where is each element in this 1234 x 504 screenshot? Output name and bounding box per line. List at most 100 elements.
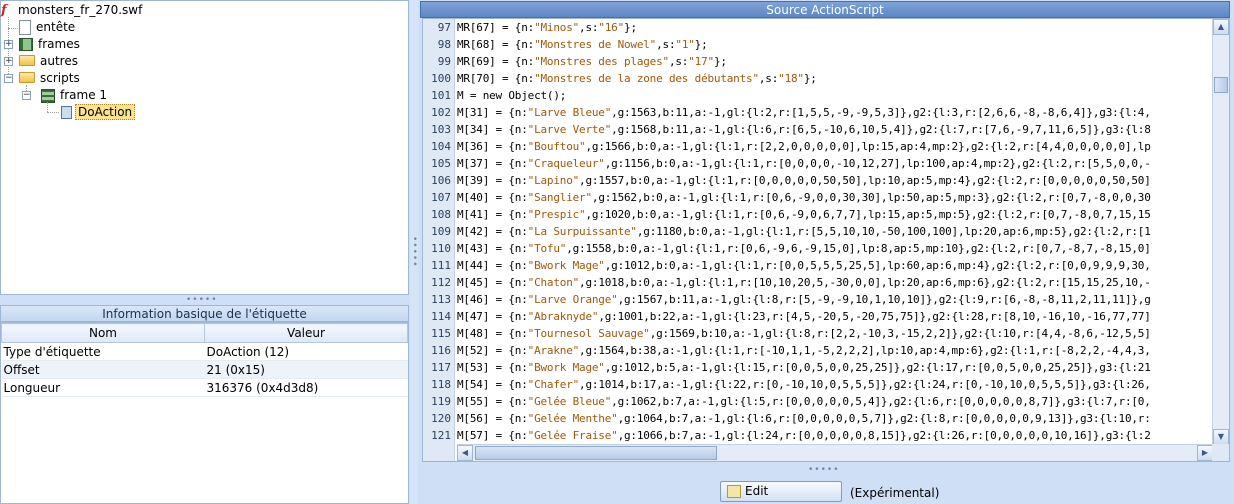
scroll-right-icon[interactable]: ▶ [1197,445,1213,461]
string-literal: "Tournesol Sauvage" [527,327,650,340]
code-line: M[39] = {n:"Lapino",g:1557,b:0,a:-1,gl:{… [457,172,1151,189]
info-panel: Nom Valeur Type d'étiquette DoAction (12… [0,322,409,504]
string-literal: "Chafer" [527,378,580,391]
scroll-down-icon[interactable]: ▼ [1213,429,1229,445]
code-token: M[40] = {n: [457,191,528,204]
line-number-gutter: 97 98 99 100 101 102 103 104 105 106 107 108 109 110 1… [423,19,455,461]
table-row[interactable]: Type d'étiquette DoAction (12) [1,342,408,361]
tree-item-entete[interactable]: entête [19,19,77,36]
tree-item-label: autres [40,54,78,68]
table-row[interactable]: Offset 21 (0x15) [1,360,408,379]
tree-item-label: entête [36,20,76,34]
code-token: M[41] = {n: [457,208,528,221]
string-literal: "Gelée Menthe" [527,412,618,425]
tree-item-autres[interactable]: autres [19,53,80,70]
string-literal: "Gelée Fraise" [527,429,618,442]
vertical-scrollbar[interactable]: ▲ ▼ [1212,19,1229,445]
string-literal: "1" [675,38,695,51]
row-value: DoAction (12) [204,342,408,361]
code-line: M[55] = {n:"Gelée Bleue",g:1062,b:7,a:-1… [457,393,1151,410]
code-token: ,g:1020,b:0,a:-1,gl:{l:1,r:[0,6,-9,0,6,7… [585,208,1151,221]
code-token: M[44] = {n: [457,259,528,272]
column-header-valeur[interactable]: Valeur [204,323,408,343]
edit-button-label: Edit ActionScript [745,484,817,504]
actionscript-editor[interactable]: 97 98 99 100 101 102 103 104 105 106 107 108 109 110 1… [422,18,1230,462]
film-frame-icon [41,88,55,103]
expand-icon[interactable]: + [4,57,13,66]
code-token: }; [694,38,708,51]
code-token: M[43] = {n: [457,242,528,255]
code-line: M[41] = {n:"Prespic",g:1020,b:0,a:-1,gl:… [457,206,1151,223]
tree-item-label: frame 1 [60,88,108,102]
line-number: 119 [431,395,451,408]
code-token: ,g:1558,b:0,a:-1,gl:{l:1,r:[0,6,-9,6,-9,… [566,242,1151,255]
tree-line [47,102,48,112]
code-token: }; [803,72,817,85]
column-header-nom[interactable]: Nom [1,323,205,343]
code-line: MR[69] = {n:"Monstres des plages",s:"17"… [457,53,727,70]
line-number: 107 [431,191,451,204]
folder-icon [19,55,35,66]
code-token: M[45] = {n: [457,276,528,289]
code-token: ,g:1180,b:0,a:-1,gl:{l:1,r:[5,5,10,10,-5… [636,225,1151,238]
splitter-grip-icon[interactable]: ••••• [808,466,840,475]
code-line: M[45] = {n:"Chaton",g:1018,b:0,a:-1,gl:{… [457,274,1151,291]
code-token: MR[68] = {n: [457,38,535,51]
vertical-splitter-grip-icon[interactable]: ••••• [409,236,419,268]
edit-actionscript-button[interactable]: Edit ActionScript [720,481,842,504]
line-number: 116 [431,344,451,357]
code-token: M[39] = {n: [457,174,528,187]
string-literal: "Lapino" [527,174,580,187]
scroll-left-icon[interactable]: ◀ [457,445,473,461]
collapse-icon[interactable]: − [22,91,31,100]
code-token: ,g:1562,b:0,a:-1,gl:{l:1,r:[0,6,-9,0,0,3… [591,191,1151,204]
horizontal-scrollbar[interactable]: ◀ ▶ [457,444,1213,461]
table-row[interactable]: Longueur 316376 (0x4d3d8) [1,378,408,397]
row-value: 21 (0x15) [204,360,408,379]
vertical-scroll-thumb[interactable] [1214,77,1228,93]
tree-item-doaction[interactable]: DoAction [61,104,136,121]
tree-item-frames[interactable]: frames [19,36,82,53]
splitter-grip-icon[interactable]: ••••• [186,296,218,305]
string-literal: "Minos" [534,21,580,34]
line-number: 117 [431,361,451,374]
code-token: M[56] = {n: [457,412,528,425]
expand-icon[interactable]: + [4,40,13,49]
code-area[interactable]: MR[67] = {n:"Minos",s:"16"}; MR[68] = {n:… [457,19,1209,445]
scroll-corner [1212,444,1229,461]
code-token: ,g:1012,b:5,a:-1,gl:{l:15,r:[0,0,5,0,0,2… [604,361,1151,374]
frames-icon [19,38,33,51]
scroll-up-icon[interactable]: ▲ [1213,19,1229,35]
code-token: M[47] = {n: [457,310,528,323]
code-line: M = new Object(); [457,87,566,104]
tree-item-frame-1[interactable]: frame 1 [41,87,109,104]
collapse-icon[interactable]: − [4,74,13,83]
row-name: Longueur [1,378,205,397]
string-literal: "Monstres des plages" [534,55,669,68]
line-number: 115 [431,327,451,340]
code-line: MR[67] = {n:"Minos",s:"16"}; [457,19,637,36]
line-number: 120 [431,412,451,425]
document-icon [19,20,31,35]
code-line: M[36] = {n:"Bouftou",g:1566,b:0,a:-1,gl:… [457,138,1151,155]
right-panel: Source ActionScript 97 98 99 100 101 102 103 10… [418,0,1234,504]
code-token: ,g:1156,b:0,a:-1,gl:{l:1,r:[0,0,0,0,-10,… [604,157,1151,170]
code-token: ,g:1557,b:0,a:-1,gl:{l:1,r:[0,0,0,0,0,50… [579,174,1151,187]
source-panel-title: Source ActionScript [420,1,1230,18]
string-literal: "La Surpuissante" [527,225,637,238]
tag-tree[interactable]: f monsters_fr_270.swf entête + frames + a… [0,0,409,295]
string-literal: "18" [778,72,804,85]
code-line: M[46] = {n:"Larve Orange",g:1567,b:11,a:… [457,291,1151,308]
code-line: M[54] = {n:"Chafer",g:1014,b:17,a:-1,gl:… [457,376,1151,393]
string-literal: "Arakne" [527,344,580,357]
string-literal: "Monstres de Nowel" [534,38,657,51]
horizontal-scroll-thumb[interactable] [475,446,717,460]
line-number: 106 [431,174,451,187]
code-token: ,s: [668,55,689,68]
edit-pencil-icon [727,485,741,498]
row-value: 316376 (0x4d3d8) [204,378,408,397]
tree-item-scripts[interactable]: scripts [19,70,82,87]
line-number: 103 [431,123,451,136]
tree-root[interactable]: f monsters_fr_270.swf [1,2,144,19]
string-literal: "Larve Verte" [527,123,612,136]
